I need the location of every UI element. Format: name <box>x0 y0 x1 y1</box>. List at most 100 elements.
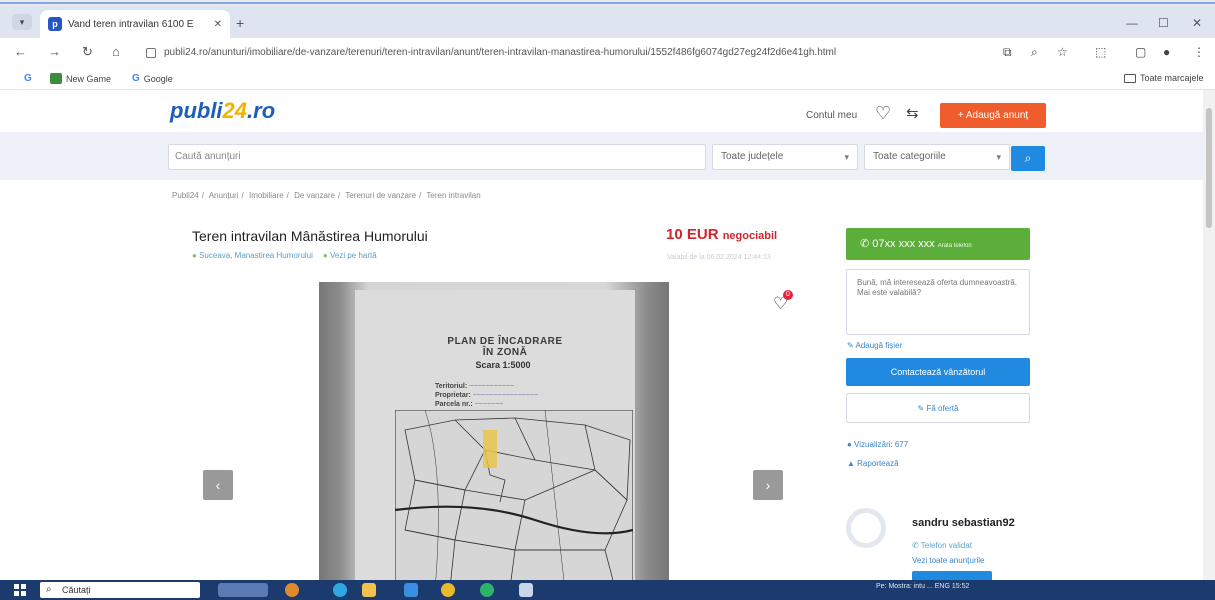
site-logo[interactable]: publi24.ro <box>170 98 275 124</box>
validity-date: Valabil de la 06.02.2024 12:44:13 <box>667 254 771 261</box>
bookmark-star-icon[interactable]: ☆ <box>1057 45 1068 59</box>
favorite-count-badge: 0 <box>783 290 793 300</box>
edge-icon[interactable] <box>333 583 347 597</box>
make-offer-button[interactable]: ✎ Fă ofertă <box>846 393 1030 423</box>
folder-icon <box>1124 73 1136 83</box>
firefox-icon[interactable] <box>285 583 299 597</box>
chevron-right-icon: › <box>765 477 771 493</box>
install-app-icon[interactable]: ⧉ <box>1003 45 1012 60</box>
breadcrumb-item[interactable]: Teren intravilan <box>426 191 480 200</box>
listing-card: Teren intravilan Mânăstirea Humorului 10… <box>170 214 826 580</box>
side-panel-icon[interactable]: ▢ <box>1135 45 1146 59</box>
county-select-value: Toate județele <box>721 151 784 162</box>
breadcrumb-item[interactable]: Terenuri de vanzare <box>345 191 416 200</box>
address-bar-row: ← → ↻ ⌂ publi24.ro/anunturi/imobiliare/d… <box>0 38 1215 68</box>
county-select[interactable]: Toate județele ▾ <box>712 144 858 170</box>
breadcrumb: Publi24/ Anunțuri / Imobiliare / De vanzar… <box>172 191 481 200</box>
seller-name[interactable]: sandru sebastian92 <box>912 517 1015 529</box>
new-tab-icon[interactable]: + <box>236 15 244 31</box>
app-icon[interactable] <box>519 583 533 597</box>
listing-photo[interactable]: PLAN DE ÎNCADRARE ÎN ZONĂ Scara 1:5000 T… <box>319 282 669 580</box>
store-icon[interactable] <box>404 583 418 597</box>
google-icon: G <box>132 73 140 84</box>
seller-all-ads-link[interactable]: Vezi toate anunțurile <box>912 556 985 565</box>
attach-file-link[interactable]: ✎ Adaugă fișier <box>847 341 902 350</box>
bookmark-label: Google <box>143 73 173 84</box>
map-link[interactable]: ● Vezi pe hartă <box>323 251 377 260</box>
category-select-value: Toate categoriile <box>873 151 946 162</box>
previous-photo-button[interactable]: ‹ <box>203 470 233 500</box>
search-input[interactable]: Caută anunțuri <box>168 144 706 170</box>
apps-icon[interactable]: G <box>24 73 32 84</box>
plan-fields: Teritoriul: ~~~~~~~~~~~ Proprietar: ~~~~… <box>435 383 539 408</box>
taskbar-search[interactable]: ⌕ Căutați <box>40 582 200 598</box>
breadcrumb-item[interactable]: Anunțuri <box>209 191 239 200</box>
search-button[interactable]: ⌕ <box>1011 146 1045 171</box>
phone-hint: Arată telefon <box>937 243 972 249</box>
map-pin-icon: ● <box>322 251 328 260</box>
tab-search-button[interactable]: ▾ <box>12 14 32 30</box>
profile-icon[interactable]: ● <box>1163 45 1170 59</box>
all-bookmarks[interactable]: Toate marcajele <box>1124 73 1204 83</box>
add-ad-button[interactable]: + Adaugă anunț <box>940 103 1046 128</box>
eye-icon: ● <box>847 440 852 449</box>
reload-icon[interactable]: ↻ <box>82 44 93 60</box>
next-photo-button[interactable]: › <box>753 470 783 500</box>
home-icon[interactable]: ⌂ <box>112 44 120 59</box>
chrome-icon[interactable] <box>441 583 455 597</box>
bookmark-label: New Game <box>66 73 112 84</box>
phone-icon: ✆ <box>860 238 870 250</box>
extensions-icon[interactable]: ⬚ <box>1095 45 1106 59</box>
back-icon[interactable]: ← <box>14 44 27 59</box>
paperclip-icon: ✎ <box>847 341 854 350</box>
scrollbar-thumb[interactable] <box>1206 108 1212 228</box>
plan-scale: Scara 1:5000 <box>475 360 531 370</box>
page-scrollbar[interactable] <box>1203 90 1215 580</box>
file-explorer-icon[interactable] <box>362 583 376 597</box>
whatsapp-icon[interactable] <box>480 583 494 597</box>
browser-tab[interactable]: p Vand teren intravilan 6100 E ✕ <box>40 10 230 38</box>
search-icon: ⌕ <box>1024 151 1032 165</box>
site-favicon-icon: p <box>48 17 62 31</box>
message-textarea[interactable]: Bună, mă interesează oferta dumneavoastr… <box>846 269 1030 335</box>
category-select[interactable]: Toate categoriile ▾ <box>864 144 1010 170</box>
bookmarks-bar: G New Game G Google Toate marcajele <box>0 68 1215 90</box>
favorites-heart-icon[interactable]: ♡ <box>875 103 891 124</box>
map-pin-icon: ● <box>192 251 197 260</box>
seller-avatar[interactable] <box>846 508 886 548</box>
widgets-icon[interactable] <box>218 583 268 597</box>
chevron-down-icon: ▾ <box>996 152 1001 162</box>
system-tray[interactable]: Pe: Mostra: intu ... ENG 15:52 <box>876 583 1196 597</box>
search-icon: ⌕ <box>46 584 52 595</box>
close-window-icon[interactable]: ✕ <box>1192 16 1202 30</box>
breadcrumb-item[interactable]: Imobiliare <box>249 191 284 200</box>
offer-icon: ✎ <box>917 404 925 413</box>
phone-icon: ✆ <box>912 541 919 550</box>
minimize-icon[interactable]: — <box>1126 16 1138 30</box>
forward-icon[interactable]: → <box>48 44 61 59</box>
price-value: 10 EUR <box>666 226 719 243</box>
taskbar: ⌕ Căutați Pe: Mostra: intu ... ENG 15:52 <box>0 580 1215 600</box>
breadcrumb-item[interactable]: De vanzare <box>294 191 335 200</box>
menu-icon[interactable]: ⋮ <box>1193 45 1205 59</box>
url-field[interactable]: publi24.ro/anunturi/imobiliare/de-vanzar… <box>140 43 1120 63</box>
zoom-icon[interactable]: ⌕ <box>1031 45 1038 60</box>
breadcrumb-item[interactable]: Publi24 <box>172 191 199 200</box>
windows-start-icon[interactable] <box>14 584 26 596</box>
bookmark-new-game[interactable]: New Game <box>50 73 111 84</box>
bookmark-google[interactable]: G Google <box>132 73 173 84</box>
location-link[interactable]: ● Suceava, Manastirea Humorului <box>192 251 313 260</box>
price-note: negociabil <box>722 230 778 242</box>
report-link[interactable]: ▲ Raportează <box>847 459 899 468</box>
maximize-icon[interactable]: ☐ <box>1158 16 1169 30</box>
chevron-left-icon: ‹ <box>215 477 221 493</box>
contact-seller-button[interactable]: Contactează vânzătorul <box>846 358 1030 386</box>
compare-icon[interactable]: ⇆ <box>906 104 919 122</box>
warning-icon: ▲ <box>847 459 855 468</box>
account-link[interactable]: Contul meu <box>806 110 857 121</box>
plan-document: PLAN DE ÎNCADRARE ÎN ZONĂ Scara 1:5000 T… <box>355 290 635 580</box>
close-tab-icon[interactable]: ✕ <box>214 19 222 30</box>
location-line: ● Suceava, Manastirea Humorului ● Vezi p… <box>192 251 377 260</box>
listing-title: Teren intravilan Mânăstirea Humorului <box>192 228 428 244</box>
show-phone-button[interactable]: ✆ 07xx xxx xxx Arată telefon <box>846 228 1030 260</box>
